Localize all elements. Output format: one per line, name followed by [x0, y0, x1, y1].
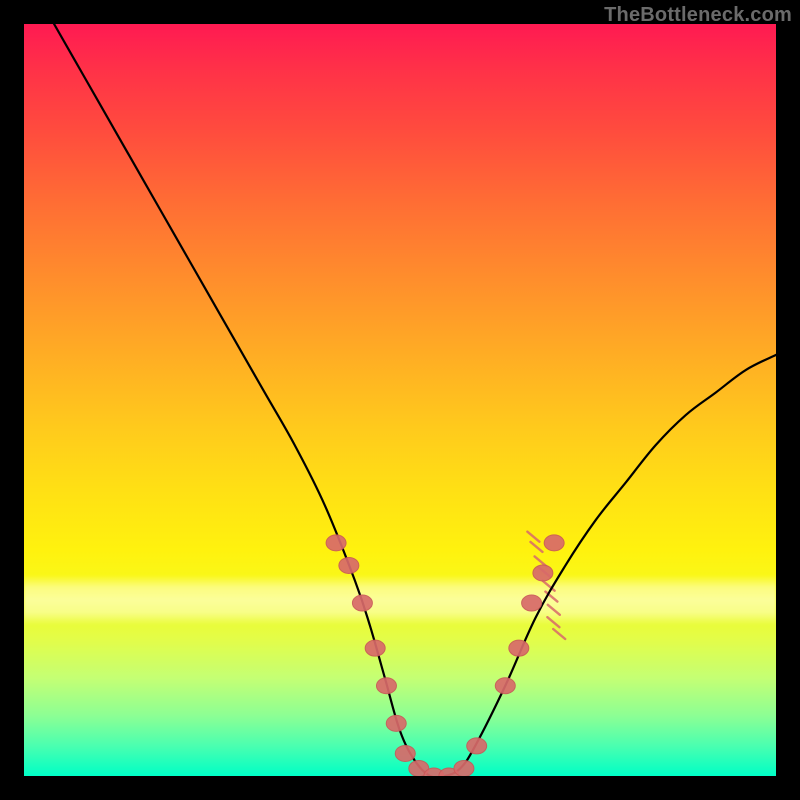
curve-marker: [522, 595, 542, 611]
curve-marker: [467, 738, 487, 754]
curve-layer: [24, 24, 776, 776]
bottleneck-curve: [54, 24, 776, 776]
chart-frame: TheBottleneck.com: [0, 0, 800, 800]
curve-marker: [509, 640, 529, 656]
curve-marker: [533, 565, 553, 581]
curve-marker: [395, 745, 415, 761]
curve-marker: [386, 715, 406, 731]
hatch-stroke: [553, 629, 565, 639]
hatch-stroke: [531, 542, 543, 552]
curve-marker: [495, 678, 515, 694]
curve-marker: [454, 760, 474, 776]
plot-area: [24, 24, 776, 776]
curve-marker: [376, 678, 396, 694]
curve-marker: [544, 535, 564, 551]
curve-marker: [352, 595, 372, 611]
curve-markers: [326, 535, 564, 776]
watermark-text: TheBottleneck.com: [604, 4, 792, 27]
curve-marker: [365, 640, 385, 656]
curve-marker: [339, 557, 359, 573]
hatch-stroke: [548, 605, 560, 615]
curve-marker: [326, 535, 346, 551]
hatch-stroke: [547, 617, 559, 627]
hatch-stroke: [527, 532, 539, 542]
